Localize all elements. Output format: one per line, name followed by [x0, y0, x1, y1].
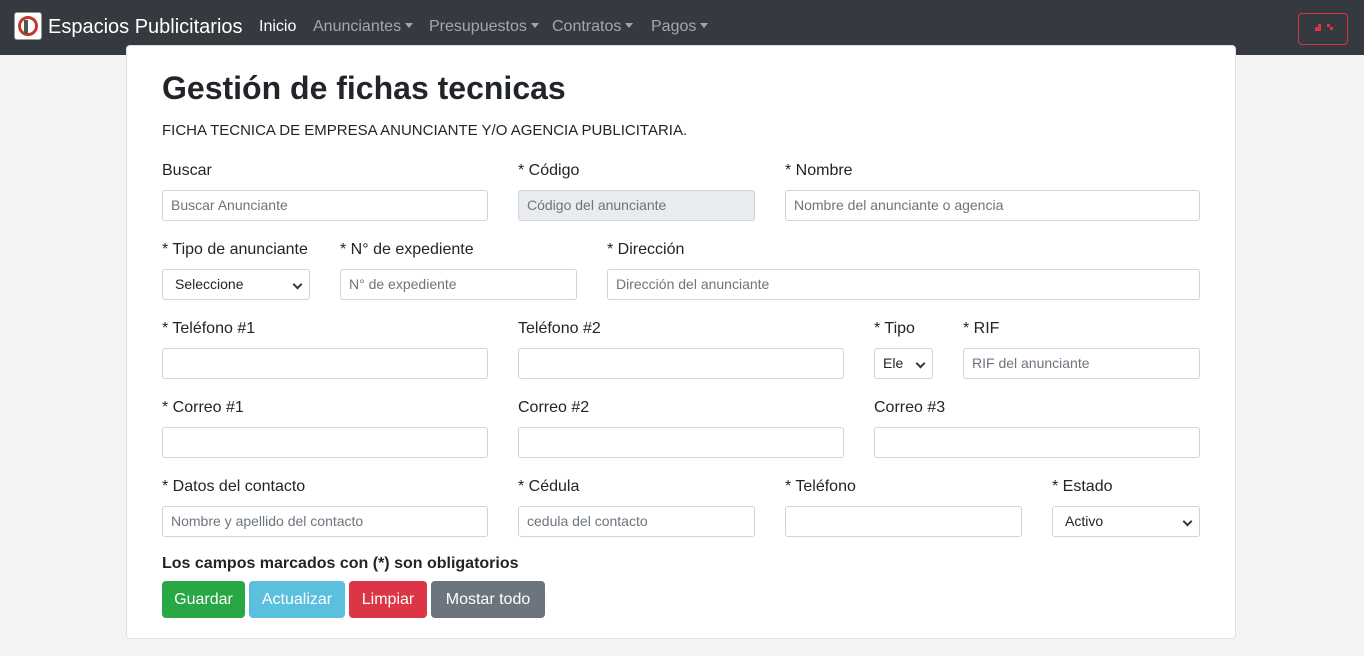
nombre-label: * Nombre — [785, 162, 853, 179]
nav-item-label: Presupuestos — [429, 18, 527, 35]
tipo-label: * Tipo — [874, 320, 915, 337]
brand-logo-icon[interactable] — [14, 12, 42, 40]
codigo-label: * Código — [518, 162, 580, 179]
codigo-input: Código del anunciante — [518, 190, 755, 221]
buscar-label: Buscar — [162, 162, 212, 179]
caret-down-icon — [405, 23, 414, 28]
buscar-input[interactable]: Buscar Anunciante — [162, 190, 488, 221]
nav-item-anunciantes[interactable]: Anunciantes — [313, 18, 414, 36]
nav-item-contratos[interactable]: Contratos — [552, 18, 634, 36]
guardar-button[interactable]: Guardar — [162, 581, 245, 618]
tipo-select[interactable]: Ele — [874, 348, 933, 379]
rif-label: * RIF — [963, 320, 1000, 337]
expediente-label: * N° de expediente — [340, 241, 474, 258]
nav-item-inicio[interactable]: Inicio — [259, 18, 296, 36]
tipo-anunciante-select[interactable]: Seleccione — [162, 269, 310, 300]
chevron-down-icon — [1182, 516, 1193, 527]
cedula-label: * Cédula — [518, 478, 580, 495]
estado-label: * Estado — [1052, 478, 1113, 495]
direccion-label: * Dirección — [607, 241, 685, 258]
correo2-input[interactable] — [518, 427, 844, 458]
caret-down-icon — [530, 23, 539, 28]
chevron-down-icon — [915, 358, 926, 369]
telefono1-label: * Teléfono #1 — [162, 320, 256, 337]
correo1-label: * Correo #1 — [162, 399, 244, 416]
telefono-label: * Teléfono — [785, 478, 856, 495]
correo2-label: Correo #2 — [518, 399, 590, 416]
brand-title[interactable]: Espacios Publicitarios — [48, 16, 243, 39]
contacto-input[interactable]: Nombre y apellido del contacto — [162, 506, 488, 537]
rif-input[interactable]: RIF del anunciante — [963, 348, 1200, 379]
mostrar-todo-button[interactable]: Mostar todo — [431, 581, 545, 618]
contacto-label: * Datos del contacto — [162, 478, 306, 495]
telefono2-label: Teléfono #2 — [518, 320, 601, 337]
correo3-input[interactable] — [874, 427, 1200, 458]
select-value: Ele — [883, 355, 904, 371]
limpiar-button[interactable]: Limpiar — [349, 581, 427, 618]
nombre-input[interactable]: Nombre del anunciante o agencia — [785, 190, 1200, 221]
nav-item-label: Pagos — [651, 18, 697, 35]
direccion-input[interactable]: Dirección del anunciante — [607, 269, 1200, 300]
caret-down-icon — [625, 23, 634, 28]
actualizar-button[interactable]: Actualizar — [249, 581, 345, 618]
nav-item-pagos[interactable]: Pagos — [651, 18, 709, 36]
select-value: Seleccione — [175, 276, 244, 292]
estado-select[interactable]: Activo — [1052, 506, 1200, 537]
cedula-input[interactable]: cedula del contacto — [518, 506, 755, 537]
expediente-input[interactable]: N° de expediente — [340, 269, 577, 300]
nav-item-label: Anunciantes — [313, 18, 402, 35]
page-title: Gestión de fichas tecnicas — [162, 70, 566, 106]
caret-down-icon — [700, 23, 709, 28]
telefono1-input[interactable] — [162, 348, 488, 379]
nav-item-label: Contratos — [552, 18, 622, 35]
user-menu-button[interactable] — [1298, 13, 1348, 45]
tipo-anunciante-label: * Tipo de anunciante — [162, 241, 308, 258]
chevron-down-icon — [292, 279, 303, 290]
required-note: Los campos marcados con (*) son obligato… — [162, 555, 519, 572]
correo1-input[interactable] — [162, 427, 488, 458]
correo3-label: Correo #3 — [874, 399, 946, 416]
page-subtitle: FICHA TECNICA DE EMPRESA ANUNCIANTE Y/O … — [162, 122, 688, 139]
telefono-input[interactable] — [785, 506, 1022, 537]
nav-item-presupuestos[interactable]: Presupuestos — [429, 18, 539, 36]
telefono2-input[interactable] — [518, 348, 844, 379]
select-value: Activo — [1065, 513, 1104, 529]
